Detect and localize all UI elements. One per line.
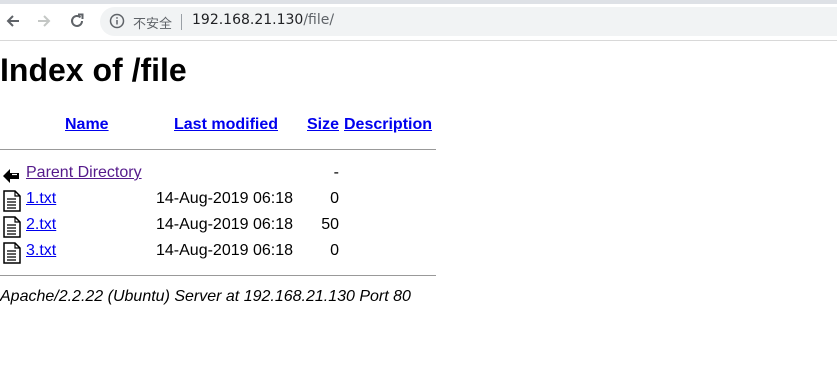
file-size: 0 — [330, 242, 339, 259]
sort-by-description-link[interactable]: Description — [344, 116, 432, 133]
reload-icon — [71, 13, 84, 27]
back-button[interactable] — [1, 9, 25, 33]
file-modified: 14-Aug-2019 06:18 — [156, 242, 293, 259]
security-label: 不安全 — [133, 17, 173, 32]
url-text[interactable]: 192.168.21.130/file/ — [192, 12, 334, 28]
back-arrow-icon — [6, 15, 19, 27]
parent-directory-row: Parent Directory - — [0, 162, 436, 188]
file-row: 2.txt 14-Aug-2019 06:18 50 — [0, 214, 436, 240]
file-modified: 14-Aug-2019 06:18 — [156, 216, 293, 233]
sort-by-name-link[interactable]: Name — [65, 116, 109, 133]
address-bar[interactable]: 不安全 192.168.21.130/file/ — [100, 7, 837, 36]
reload-button[interactable] — [65, 9, 89, 33]
forward-button[interactable] — [32, 9, 56, 33]
tab-strip-edge — [0, 0, 837, 4]
text-file-icon — [3, 216, 21, 238]
sort-by-size-link[interactable]: Size — [307, 116, 339, 133]
back-folder-icon — [3, 169, 19, 183]
parent-size: - — [333, 164, 339, 181]
footer-divider — [0, 275, 436, 276]
file-row: 3.txt 14-Aug-2019 06:18 0 — [0, 240, 436, 266]
file-row: 1.txt 14-Aug-2019 06:18 0 — [0, 188, 436, 214]
file-size: 0 — [330, 190, 339, 207]
file-modified: 14-Aug-2019 06:18 — [156, 190, 293, 207]
parent-directory-link[interactable]: Parent Directory — [26, 164, 142, 182]
page-title: Index of /file — [0, 52, 187, 88]
file-link-3[interactable]: 3.txt — [26, 242, 56, 260]
omnibox-separator — [181, 14, 182, 30]
forward-arrow-icon — [38, 15, 51, 27]
text-file-icon — [3, 242, 21, 264]
info-icon[interactable] — [109, 13, 125, 29]
url-path: /file/ — [303, 12, 335, 28]
sort-by-modified-link[interactable]: Last modified — [174, 116, 278, 133]
file-link-2[interactable]: 2.txt — [26, 216, 56, 234]
file-size: 50 — [321, 216, 339, 233]
header-divider — [0, 149, 436, 150]
text-file-icon — [3, 190, 21, 212]
browser-toolbar: 不安全 192.168.21.130/file/ — [0, 0, 837, 41]
server-signature: Apache/2.2.22 (Ubuntu) Server at 192.168… — [0, 288, 411, 305]
file-link-1[interactable]: 1.txt — [26, 190, 56, 208]
url-host: 192.168.21.130 — [192, 12, 304, 28]
